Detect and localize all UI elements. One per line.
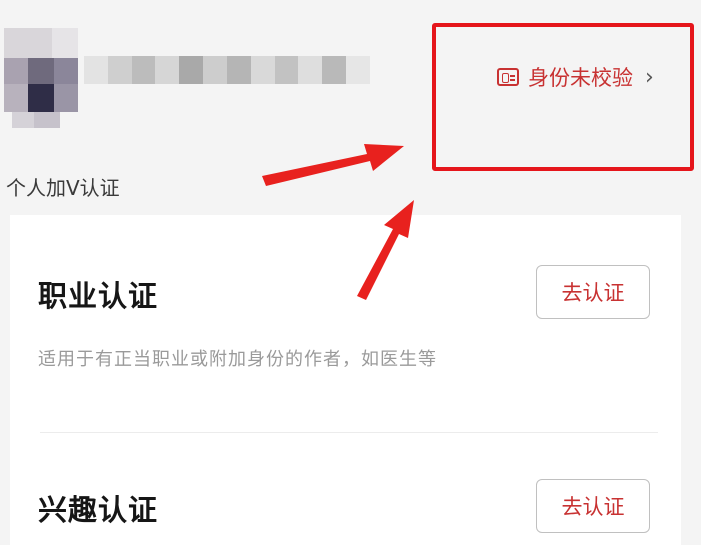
highlight-box xyxy=(432,23,694,171)
item-description: 适用于有正当职业或附加身份的作者，如医生等 xyxy=(38,349,437,370)
item-title: 职业认证 xyxy=(38,279,159,313)
professional-verify-button[interactable]: 去认证 xyxy=(536,265,650,319)
verification-card: 职业认证 去认证 适用于有正当职业或附加身份的作者，如医生等 兴趣认证 去认证 xyxy=(10,215,681,545)
item-title: 兴趣认证 xyxy=(38,493,159,527)
avatar[interactable] xyxy=(4,28,80,128)
section-label: 个人加V认证 xyxy=(6,176,120,200)
profile-header: 身份未校验 › xyxy=(0,0,701,171)
divider xyxy=(40,432,658,433)
username-blurred xyxy=(84,56,370,84)
